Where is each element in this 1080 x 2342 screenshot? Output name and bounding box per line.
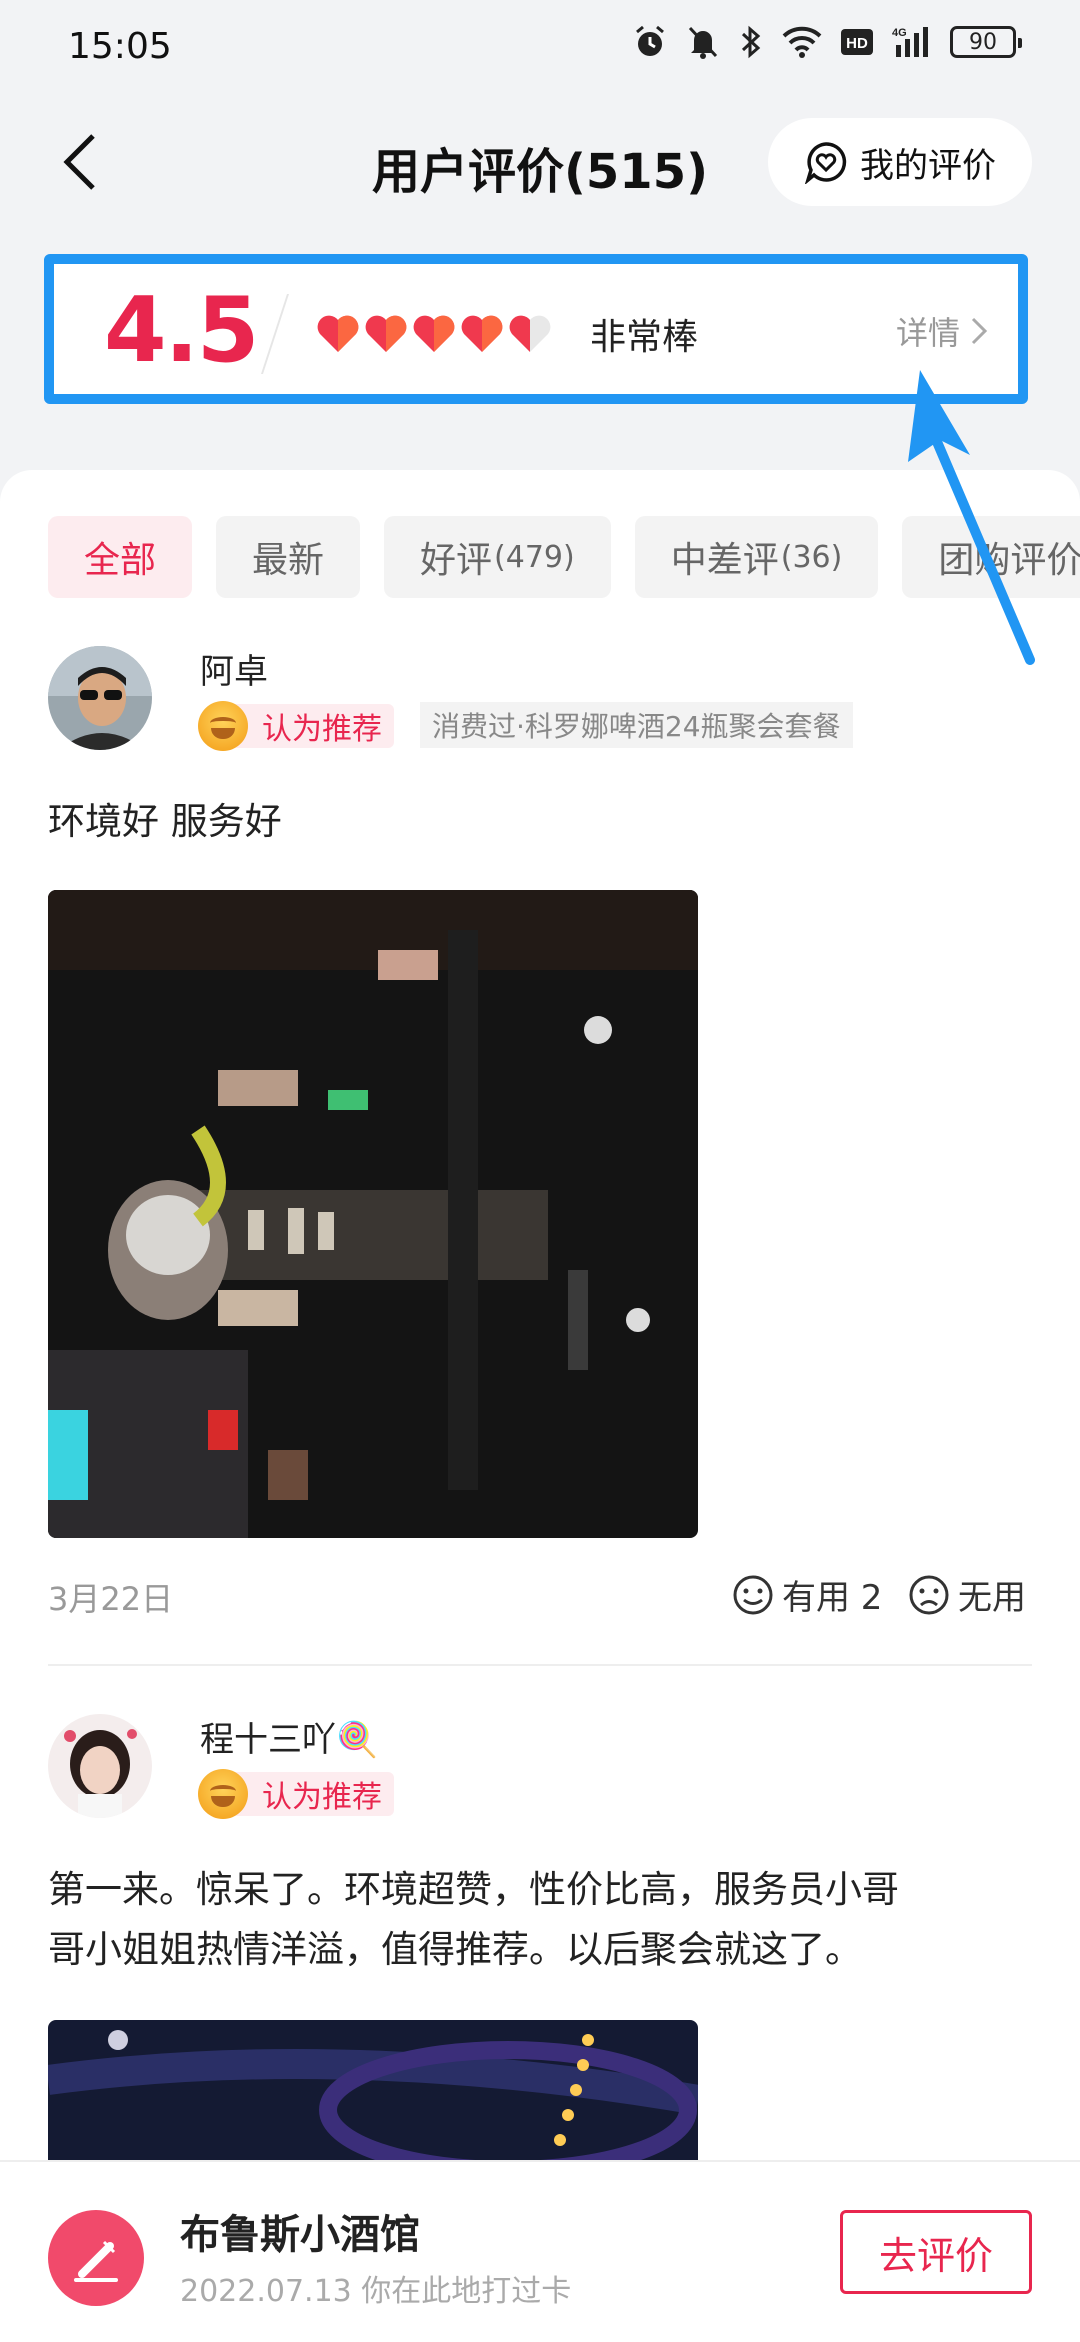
alarm-icon	[636, 25, 664, 56]
chevron-right-icon	[971, 317, 988, 345]
heart-icon	[461, 315, 503, 352]
rating-label: 非常棒	[590, 317, 699, 358]
review-photo[interactable]	[48, 2020, 698, 2160]
signal-icon: 4G	[892, 27, 928, 57]
review-photo[interactable]	[48, 890, 698, 1538]
smile-emoji-icon	[198, 701, 248, 751]
review-date: 3月22日	[48, 1580, 174, 1618]
checkin-text: 2022.07.13 你在此地打过卡	[180, 2274, 572, 2309]
mute-icon	[688, 26, 718, 59]
heart-icon	[365, 315, 407, 352]
bluetooth-icon	[741, 25, 761, 59]
tab-negative[interactable]: 中差评 (36)	[634, 516, 879, 598]
avatar[interactable]	[48, 1714, 152, 1818]
go-review-button[interactable]: 去评价	[840, 2210, 1032, 2294]
frown-icon	[909, 1575, 949, 1614]
my-review-button[interactable]: 我的评价	[768, 118, 1032, 206]
status-icons: HD 4G 90	[632, 24, 1022, 60]
status-time: 15:05	[68, 26, 172, 67]
rating-detail-link[interactable]: 详情	[896, 308, 988, 354]
tab-positive[interactable]: 好评 (479)	[384, 516, 611, 598]
shop-name: 布鲁斯小酒馆	[180, 2212, 420, 2258]
useless-button[interactable]: 无用	[908, 1570, 1026, 1619]
tab-all[interactable]: 全部	[48, 516, 193, 598]
bottom-bar: 布鲁斯小酒馆 2022.07.13 你在此地打过卡 去评价	[0, 2160, 1080, 2342]
detail-label: 详情	[895, 314, 960, 352]
user-avatar-image	[48, 646, 152, 750]
annotation-arrow-icon	[908, 370, 1035, 665]
svg-text:4G: 4G	[892, 27, 907, 39]
avatar[interactable]	[48, 646, 152, 750]
review-username[interactable]: 阿卓	[200, 644, 268, 693]
user-avatar-image	[48, 1714, 152, 1818]
heart-icon	[317, 315, 359, 352]
smile-emoji-icon	[198, 1769, 248, 1819]
review-text: 第一来。惊呆了。环境超赞，性价比高，服务员小哥	[48, 1868, 899, 1911]
hd-icon: HD	[841, 29, 873, 55]
bar-ceiling-photo	[48, 2020, 698, 2160]
review-username[interactable]: 程十三吖🍭	[200, 1712, 378, 1761]
recommend-badge: 认为推荐	[198, 1769, 394, 1819]
consumed-tag[interactable]: 消费过·科罗娜啤酒24瓶聚会套餐	[420, 702, 853, 748]
heart-chat-icon	[804, 142, 847, 184]
review-text: 哥小姐姐热情洋溢，值得推荐。以后聚会就这了。	[48, 1928, 862, 1971]
review-divider	[48, 1664, 1032, 1666]
recommend-badge: 认为推荐	[198, 701, 394, 751]
tab-latest[interactable]: 最新	[216, 516, 361, 598]
heart-rating	[316, 314, 552, 354]
review-text: 环境好 服务好	[48, 800, 282, 843]
battery-icon: 90	[950, 26, 1022, 58]
smile-icon	[733, 1575, 773, 1614]
rating-score: 4.5	[104, 278, 259, 383]
my-review-label: 我的评价	[860, 145, 996, 186]
svg-text:HD: HD	[846, 35, 868, 52]
useful-button[interactable]: 有用 2	[732, 1570, 882, 1619]
half-heart-icon	[509, 315, 551, 352]
wifi-icon	[782, 26, 822, 58]
bar-interior-photo	[48, 890, 698, 1538]
heart-icon	[413, 315, 455, 352]
score-divider	[261, 294, 289, 374]
write-review-icon	[48, 2210, 144, 2306]
